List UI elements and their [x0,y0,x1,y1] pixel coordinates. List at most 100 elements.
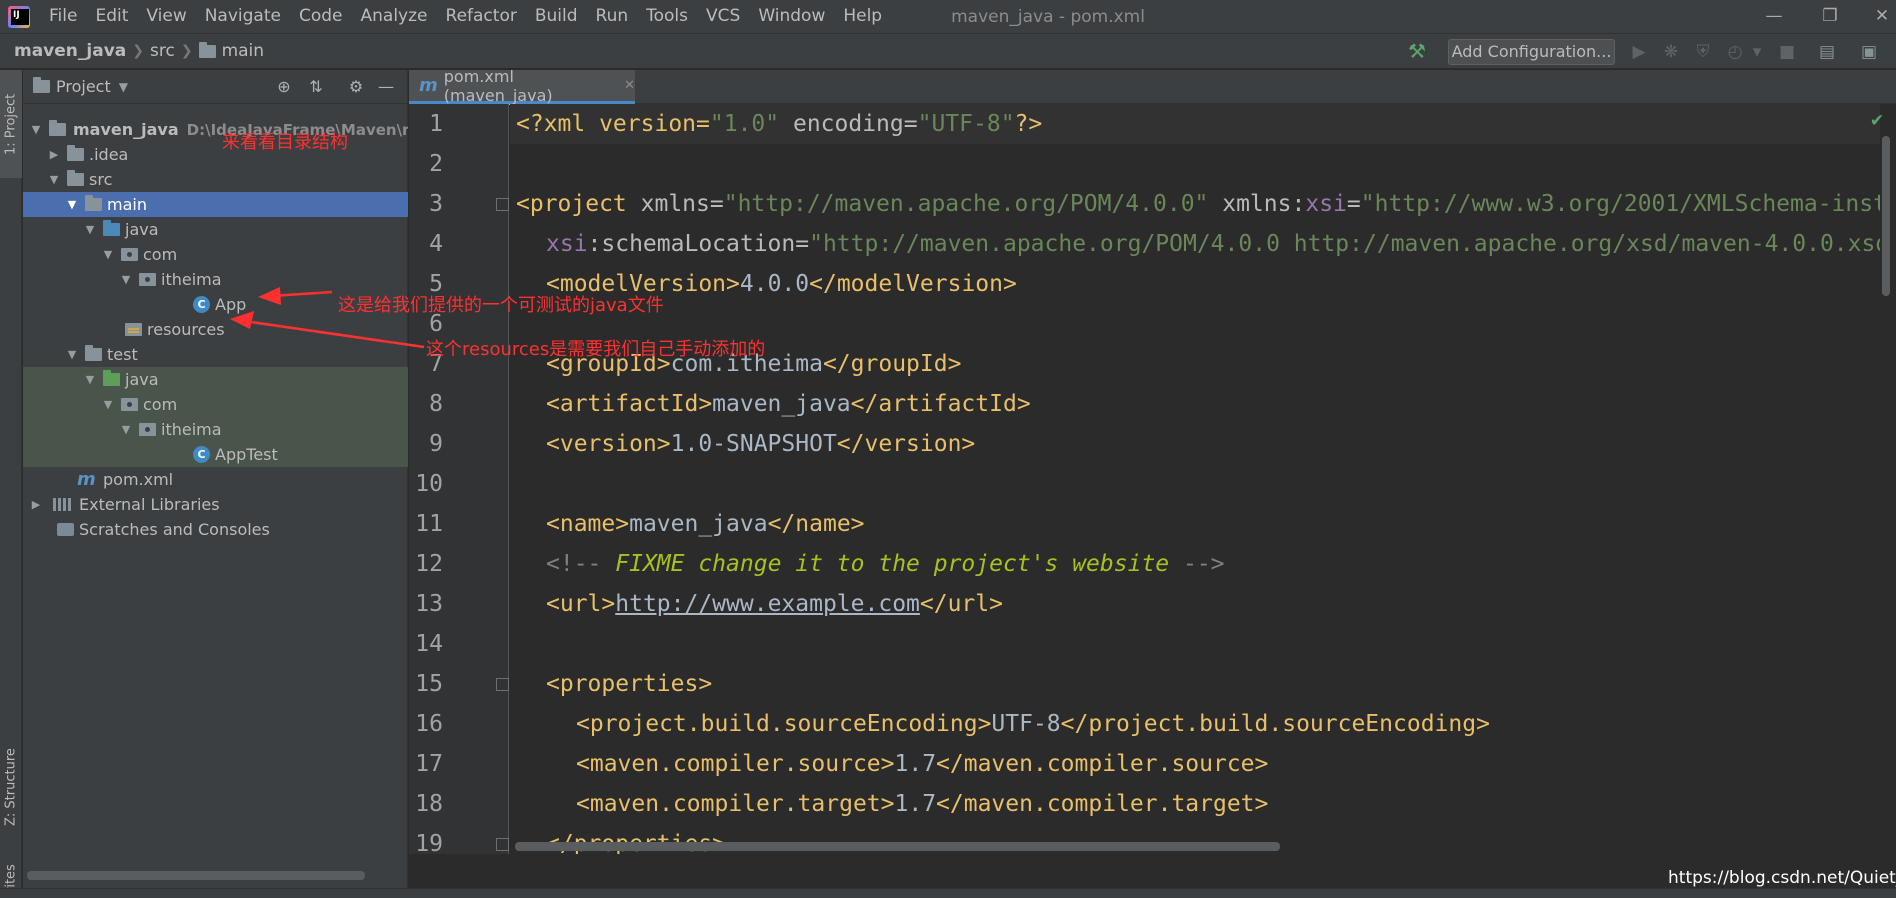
chevron-right-icon[interactable]: ▶ [47,142,61,167]
chevron-down-icon[interactable]: ▼ [47,167,61,192]
menu-tools[interactable]: Tools [637,0,697,33]
tree-item-test[interactable]: ▼ test [23,342,408,367]
chevron-down-icon[interactable]: ▼ [65,192,79,217]
fold-marker-icon[interactable] [496,198,509,211]
menu-analyze[interactable]: Analyze [352,0,437,33]
more-run-options-icon[interactable]: ▾ [1746,41,1768,63]
menu-window[interactable]: Window [749,0,834,33]
menu-help[interactable]: Help [834,0,891,33]
restore-icon[interactable]: ❐ [1808,0,1852,33]
tree-item-main-java[interactable]: ▼ java [23,217,408,242]
layout-icon[interactable]: ▣ [1858,41,1880,63]
watermark: https://blog.csdn.net/Quiet_han [1668,868,1896,888]
build-hammer-icon[interactable]: ⚒ [1408,40,1430,62]
url-link[interactable]: http://www.example.com [615,591,920,617]
chevron-down-icon[interactable]: ▼ [119,267,133,292]
package-icon [121,248,138,261]
tree-item-src[interactable]: ▼ src [23,167,408,192]
tab-pom-xml[interactable]: m pom.xml (maven_java) ✕ [409,66,635,105]
test-source-folder-icon [103,370,120,386]
maven-file-icon: m [419,75,438,96]
structure-tool-tab[interactable]: Z: Structure [0,732,22,842]
debug-icon[interactable]: ❋ [1660,41,1682,63]
folder-icon [198,41,216,58]
window-title: maven_java - pom.xml [951,6,1145,27]
project-structure-icon[interactable]: ▤ [1816,41,1838,63]
collapse-all-icon[interactable]: ⇅ [305,76,327,98]
maven-file-icon: m [77,469,96,490]
tree-item-test-itheima[interactable]: ▼ itheima [23,417,408,442]
gear-icon[interactable]: ⚙ [345,76,367,98]
code-editor[interactable]: <?xml version="1.0" encoding="UTF-8"?> <… [510,104,1880,854]
fold-marker-icon[interactable] [496,838,509,851]
chevron-down-icon[interactable]: ▼ [29,117,43,142]
editor-horizontal-scrollbar[interactable] [515,842,1280,851]
tree-item-main[interactable]: ▼ main [23,192,408,217]
scratches-icon [57,523,74,536]
menu-view[interactable]: View [137,0,195,33]
tree-item-resources[interactable]: resources [23,317,408,342]
tree-item-test-com[interactable]: ▼ com [23,392,408,417]
chevron-down-icon[interactable]: ▼ [119,80,128,94]
close-window-icon[interactable]: ✕ [1860,0,1896,33]
profile-icon[interactable]: ◴ [1724,41,1746,63]
coverage-icon[interactable]: ⛨ [1692,41,1714,63]
tree-item-main-com[interactable]: ▼ com [23,242,408,267]
stop-icon[interactable]: ■ [1776,41,1798,63]
breadcrumb-src[interactable]: src [150,41,175,61]
code-line: <url>http://www.example.com</url> [546,591,1003,617]
tree-item-pom-xml[interactable]: m pom.xml [23,467,408,492]
menu-build[interactable]: Build [526,0,587,33]
menu-navigate[interactable]: Navigate [196,0,290,33]
fold-marker-icon[interactable] [496,678,509,691]
tab-label: pom.xml (maven_java) [443,66,553,105]
chevron-right-icon[interactable]: ▶ [29,492,43,517]
minimize-icon[interactable]: — [1752,0,1796,33]
close-tab-icon[interactable]: ✕ [624,78,635,93]
annotation-resources-note: 这个resources是需要我们自己手动添加的 [426,339,766,360]
code-line: <artifactId>maven_java</artifactId> [546,391,1031,417]
editor-vertical-scrollbar[interactable] [1882,136,1890,296]
project-horizontal-scrollbar[interactable] [27,871,365,880]
code-line: <project.build.sourceEncoding>UTF-8</pro… [576,711,1490,737]
line-number: 16 [415,711,443,737]
menu-edit[interactable]: Edit [86,0,137,33]
line-number: 11 [415,511,443,537]
chevron-down-icon[interactable]: ▼ [65,342,79,367]
breadcrumb-main[interactable]: main [198,41,264,61]
tree-item-maven-java[interactable]: ▼ maven_javaD:\IdeaJavaFrame\Maven\maven… [23,117,408,142]
menu-file[interactable]: File [40,0,86,33]
tree-item-external-libraries[interactable]: ▶ External Libraries [23,492,408,517]
menu-code[interactable]: Code [290,0,352,33]
tree-item-idea[interactable]: ▶ .idea [23,142,408,167]
tree-item-apptest[interactable]: C AppTest [23,442,408,467]
run-icon[interactable]: ▶ [1628,41,1650,63]
breadcrumb-separator-icon: ❯ [180,43,193,59]
chevron-down-icon[interactable]: ▼ [101,242,115,267]
chevron-down-icon[interactable]: ▼ [83,367,97,392]
tree-item-scratches[interactable]: Scratches and Consoles [23,517,408,542]
add-configuration-button[interactable]: Add Configuration... [1448,39,1615,65]
menu-run[interactable]: Run [587,0,638,33]
line-number: 14 [415,631,443,657]
project-tool-tab[interactable]: 1: Project [0,70,22,178]
project-tool-window: Project ▼ ⊕ ⇅ ⚙ — ▼ maven_java D:\IdeaJav… [23,70,408,888]
breadcrumb-project[interactable]: maven_java [14,41,126,61]
code-line: <maven.compiler.source>1.7</maven.compil… [576,751,1269,777]
tree-item-label: main [107,195,147,214]
chevron-down-icon[interactable]: ▼ [83,217,97,242]
inspection-ok-icon[interactable]: ✔ [1868,112,1886,130]
menu-vcs[interactable]: VCS [697,0,749,33]
menu-refactor[interactable]: Refactor [437,0,526,33]
tree-item-main-itheima[interactable]: ▼ itheima [23,267,408,292]
line-number: 10 [415,471,443,497]
chevron-down-icon[interactable]: ▼ [101,392,115,417]
project-view-selector[interactable]: Project [56,77,111,96]
tree-item-label: maven_java [73,120,179,139]
locate-file-icon[interactable]: ⊕ [273,76,295,98]
chevron-down-icon[interactable]: ▼ [119,417,133,442]
hide-panel-icon[interactable]: — [375,76,397,98]
tree-item-label: Scratches and Consoles [79,520,270,539]
java-class-icon: C [193,296,210,313]
tree-item-test-java[interactable]: ▼ java [23,367,408,392]
